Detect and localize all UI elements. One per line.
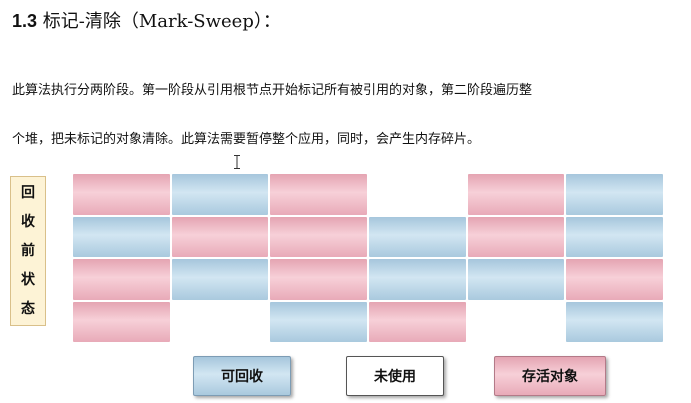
section-title: 标记-清除（Mark-Sweep）： [42, 11, 281, 32]
memory-block-reclaimable [368, 216, 466, 257]
memory-block-alive [566, 259, 663, 300]
legend-reclaimable: 可回收 [193, 356, 291, 396]
memory-block-unused [467, 301, 565, 342]
state-label-char: 状 [21, 271, 35, 288]
memory-block-reclaimable [566, 301, 663, 342]
memory-block-reclaimable [270, 301, 367, 342]
memory-block-reclaimable [467, 259, 565, 300]
state-label-char: 回 [21, 185, 35, 202]
memory-block-alive [270, 174, 367, 215]
memory-block-alive [73, 259, 170, 300]
section-number: 1.3 [12, 11, 38, 31]
state-label-char: 前 [21, 242, 35, 259]
state-label-box: 回 收 前 状 态 [10, 176, 46, 326]
paragraph-line-1: 此算法执行分两阶段。第一阶段从引用根节点开始标记所有被引用的对象，第二阶段遍历整 [12, 83, 533, 98]
legend-unused: 未使用 [346, 356, 444, 396]
legend-alive: 存活对象 [494, 356, 606, 396]
state-label-char: 收 [21, 214, 35, 231]
memory-block-reclaimable [73, 216, 170, 257]
memory-block-unused [368, 174, 466, 215]
memory-block-reclaimable [566, 216, 663, 257]
memory-block-alive [73, 174, 170, 215]
memory-block-alive [270, 259, 367, 300]
memory-block-unused [171, 301, 269, 342]
memory-block-reclaimable [566, 174, 663, 215]
memory-block-reclaimable [171, 174, 269, 215]
memory-block-reclaimable [171, 259, 269, 300]
memory-block-alive [467, 174, 565, 215]
section-heading: 1.3 标记-清除（Mark-Sweep）： [12, 8, 281, 34]
state-label-char: 态 [21, 300, 35, 317]
memory-block-reclaimable [368, 259, 466, 300]
memory-grid [73, 174, 663, 342]
memory-block-alive [73, 301, 170, 342]
memory-block-alive [467, 216, 565, 257]
text-cursor-icon [234, 155, 240, 169]
paragraph-line-2: 个堆，把未标记的对象清除。此算法需要暂停整个应用，同时，会产生内存碎片。 [12, 132, 481, 147]
memory-block-alive [368, 301, 466, 342]
memory-block-alive [270, 216, 367, 257]
memory-block-alive [171, 216, 269, 257]
